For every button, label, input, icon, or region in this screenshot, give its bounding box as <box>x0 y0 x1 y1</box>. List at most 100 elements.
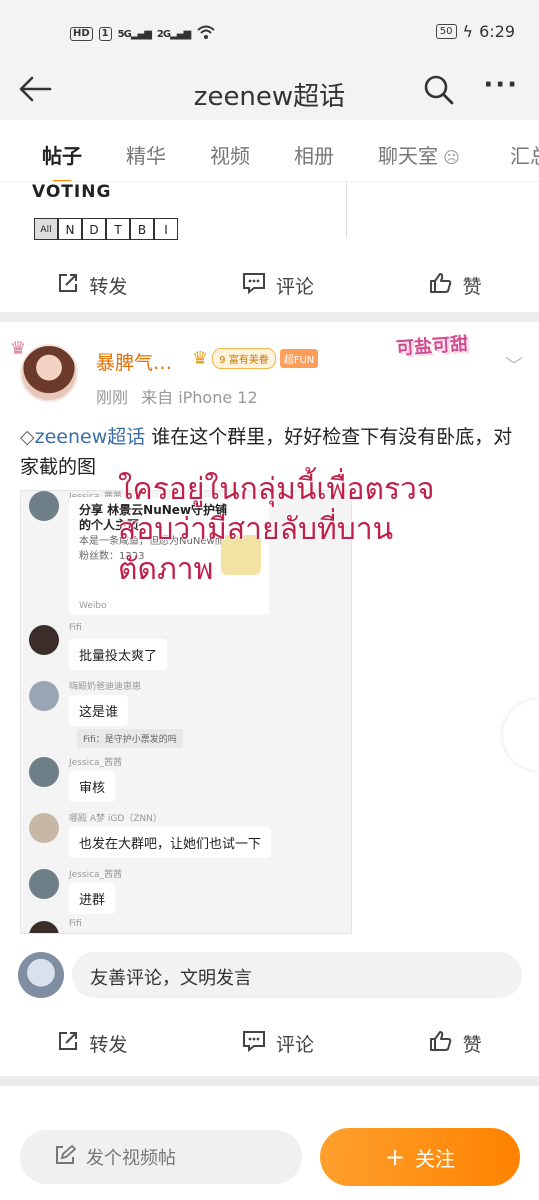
tab-albums[interactable]: 相册 <box>294 140 334 169</box>
comment-button[interactable]: 评论 <box>242 272 314 299</box>
chat-avatar <box>29 625 59 655</box>
hd-badge: HD <box>70 27 93 41</box>
post-actions: 转发 评论 赞 <box>0 260 539 310</box>
thumbs-up-icon <box>429 1030 453 1057</box>
chat-bubble: 进群 <box>69 883 116 914</box>
chat-sender: Jessica_茜茜 <box>69 870 123 880</box>
chat-avatar <box>29 869 59 899</box>
chat-sender: Fifi <box>69 623 82 633</box>
post-card: ♛ 暴脾气… ♛ 9 富有美眷 超FUN 可盐可甜 ﹀ 刚刚 来自 iPhone… <box>0 322 539 1076</box>
sticker-decoration: 可盐可甜 <box>395 333 469 360</box>
chat-sender: Jessica_茜茜 <box>69 758 123 768</box>
voting-cell: N <box>58 218 82 240</box>
tab-videos[interactable]: 视频 <box>210 140 250 169</box>
avatar[interactable] <box>20 344 78 402</box>
like-button[interactable]: 赞 <box>429 1030 482 1057</box>
page-title: zeenew超话 <box>193 82 346 112</box>
status-bar: HD 1 5G▂▄▆ 2G▂▄▆ 50 ϟ 6:29 <box>0 0 539 62</box>
chat-bubble: 审核 <box>69 771 116 802</box>
battery-icon: 50 <box>435 24 457 39</box>
diamond-icon: ◇ <box>20 426 35 448</box>
chevron-down-icon[interactable]: ﹀ <box>505 352 523 378</box>
like-button[interactable]: 赞 <box>429 272 482 299</box>
more-options-icon[interactable]: ··· <box>483 70 519 100</box>
chat-avatar <box>29 757 59 787</box>
badge-level: 9 <box>219 355 226 366</box>
chat-sender: 嗨殿奶爸迪迪崽崽 <box>69 682 142 692</box>
repost-button[interactable]: 转发 <box>57 272 127 299</box>
bottom-bar: 发个视频帖 + 关注 <box>0 1110 539 1200</box>
comment-row: 友善评论，文明发言 <box>18 950 522 1000</box>
chat-avatar <box>29 921 59 933</box>
tab-featured[interactable]: 精华 <box>126 140 166 169</box>
rich-badge: 9 富有美眷 <box>212 348 276 369</box>
voting-cells: All N D T B I <box>34 218 178 240</box>
post-actions: 转发 评论 赞 <box>0 1018 539 1068</box>
badge-rich-label: 富有美眷 <box>228 355 269 366</box>
video-post-label: 发个视频帖 <box>86 1148 176 1169</box>
previous-post-card: VOTING All N D T B I 转发 评论 赞 <box>0 182 539 312</box>
repost-label: 转发 <box>89 275 128 298</box>
post-meta: 刚刚 来自 iPhone 12 <box>96 384 258 408</box>
tab-posts[interactable]: 帖子 <box>42 140 82 181</box>
overlay-line: สอบว่ามีสายลับที่บาน <box>118 512 394 547</box>
tab-bar: 帖子 精华 视频 相册 聊天室 ☹ 汇总 <box>0 120 539 182</box>
voting-cell: I <box>154 218 178 240</box>
voting-cell: B <box>130 218 154 240</box>
crown-badge-icon: ♛ <box>192 348 209 369</box>
clock: 6:29 <box>479 22 515 41</box>
chat-bubble: 批量投太爽了 <box>69 639 168 670</box>
comment-input[interactable]: 友善评论，文明发言 <box>72 952 522 998</box>
chat-sender: Fifi <box>69 919 82 929</box>
chat-bubble: 也发在大群吧，让她们也试一下 <box>69 827 272 858</box>
fun-badge: 超FUN <box>279 349 319 368</box>
tab-summary[interactable]: 汇总 <box>510 140 539 169</box>
signal-icon-1: 5G▂▄▆ <box>117 28 152 40</box>
follow-label: 关注 <box>415 1146 456 1171</box>
edit-icon <box>54 1144 77 1171</box>
chat-avatar <box>29 681 59 711</box>
current-user-avatar <box>18 952 64 998</box>
chat-quote: Fifi：是守护小票发的吗 <box>77 729 183 748</box>
comment-icon <box>242 1030 266 1057</box>
overlay-line: ตัดภาพ <box>118 552 214 587</box>
chat-avatar <box>29 491 59 521</box>
post-username[interactable]: 暴脾气… <box>96 348 172 375</box>
sim-badge: 1 <box>98 27 112 41</box>
share-icon <box>57 272 79 299</box>
search-icon[interactable] <box>423 74 455 110</box>
thai-caption-overlay: ใครอยู่ในกลุ่มนี้เพื่อตรวจ สอบว่ามีสายลั… <box>118 470 518 590</box>
comment-button[interactable]: 评论 <box>242 1030 314 1057</box>
comment-label: 评论 <box>275 275 314 298</box>
tab-chatroom[interactable]: 聊天室 ☹ <box>378 140 460 169</box>
chat-avatar <box>29 813 59 843</box>
comment-label: 评论 <box>275 1033 314 1056</box>
voting-title: VOTING <box>32 182 112 202</box>
signal-2-label: 2G <box>156 28 171 40</box>
chat-bubble: 这是谁 <box>69 695 129 726</box>
overlay-line: ใครอยู่ในกลุ่มนี้เพื่อตรวจ <box>118 472 435 507</box>
video-post-button[interactable]: 发个视频帖 <box>20 1130 302 1184</box>
post-source: 来自 iPhone 12 <box>141 388 258 407</box>
like-label: 赞 <box>462 1033 482 1056</box>
signal-1-label: 5G <box>117 28 132 40</box>
follow-button[interactable]: + 关注 <box>320 1128 520 1186</box>
tab-chatroom-label: 聊天室 <box>378 144 438 168</box>
like-label: 赞 <box>462 275 482 298</box>
signal-icon-2: 2G▂▄▆ <box>156 28 191 40</box>
voting-cell: All <box>34 218 58 240</box>
plus-icon: + <box>384 1143 406 1171</box>
repost-button[interactable]: 转发 <box>57 1030 127 1057</box>
topic-link[interactable]: zeenew超话 <box>35 426 146 448</box>
share-icon <box>57 1030 79 1057</box>
repost-label: 转发 <box>89 1033 128 1056</box>
charging-icon: ϟ <box>462 22 474 41</box>
crown-decoration-icon: ♛ <box>10 338 27 359</box>
thumbs-up-icon <box>429 272 453 299</box>
voting-cell: T <box>106 218 130 240</box>
voting-cell: D <box>82 218 106 240</box>
chat-sender: 哪殿 A梦 iGD（ZNN） <box>69 814 162 824</box>
comment-icon <box>242 272 266 299</box>
wifi-icon <box>196 24 216 44</box>
divider <box>346 182 347 238</box>
